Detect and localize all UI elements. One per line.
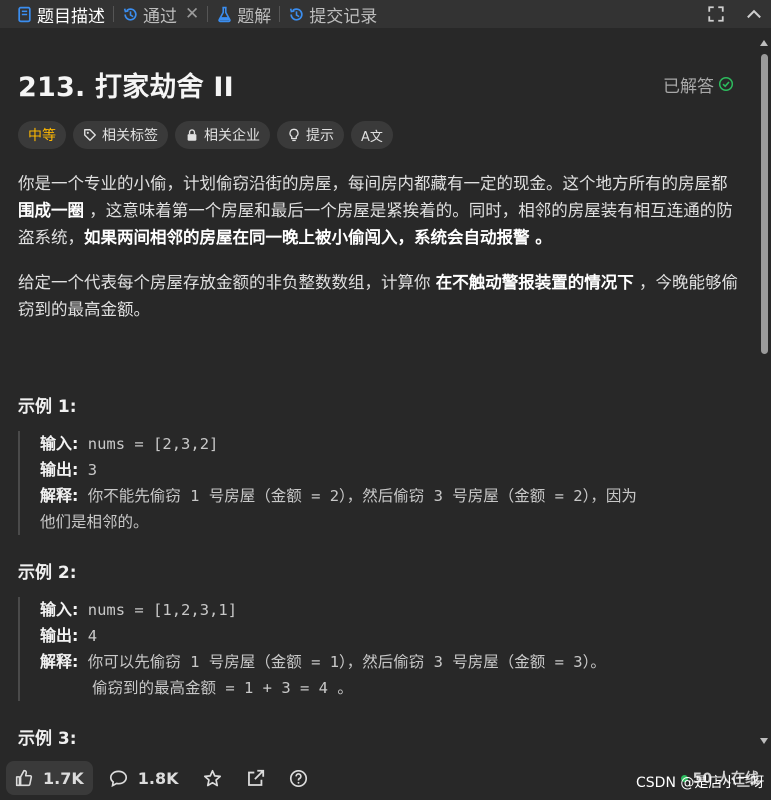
flask-icon [218,6,231,22]
question-circle-icon [289,769,307,787]
example-1-explanation: 解释: 你不能先偷窃 1 号房屋（金额 = 2），然后偷窃 3 号房屋（金额 =… [40,483,738,509]
tab-submissions[interactable]: 提交记录 [282,0,383,28]
tab-bar: 题目描述 通过 ✕ 题解 提交记录 [0,0,771,28]
favorite-button[interactable] [203,769,222,788]
tag-icon [84,129,96,141]
description-text: 给定一个代表每个房屋存放金额的非负整数数组，计算你 [18,273,436,292]
description-emphasis: 围成一圈 [18,201,84,220]
like-count: 1.7K [43,768,84,788]
explanation-label: 解释: [40,652,79,671]
tab-solutions[interactable]: 题解 [210,0,277,28]
example-2-title: 示例 2: [18,563,77,583]
like-button[interactable]: 1.7K [6,761,93,795]
tab-submissions-label: 提交记录 [309,6,378,27]
description-icon [18,6,31,22]
tab-description-label: 题目描述 [37,6,105,27]
check-circle-icon [718,76,734,92]
history-icon [123,7,137,21]
input-value: nums = [1,2,3,1] [78,601,238,619]
description-text: 。 [529,228,552,247]
solved-status: 已解答 [663,72,734,97]
tab-bar-actions [707,0,763,28]
example-2-block: 输入: nums = [1,2,3,1] 输出: 4 解释: 你可以先偷窃 1 … [18,597,738,701]
example-1-title: 示例 1: [18,397,77,417]
scroll-up-arrow-icon[interactable] [760,40,768,46]
translate-icon: A文 [361,129,383,145]
example-1-explanation-cont: 他们是相邻的。 [40,509,738,535]
difficulty-badge[interactable]: 中等 [18,121,66,149]
tab-divider [207,6,209,22]
tab-divider [279,6,281,22]
lightbulb-icon [289,128,299,142]
help-button[interactable] [289,769,308,788]
explanation-text: 他们是相邻的。 [40,513,149,531]
output-label: 输出: [40,626,79,645]
related-tags-label: 相关标签 [102,128,158,144]
bottom-action-bar: 1.7K 1.8K 50 人在线 CSDN @是店小二呀 [0,756,771,800]
related-tags-button[interactable]: 相关标签 [73,121,168,149]
share-icon [247,769,264,786]
scrollbar-thumb[interactable] [761,54,768,354]
share-button[interactable] [246,769,265,788]
example-2-explanation: 解释: 你可以先偷窃 1 号房屋（金额 = 1），然后偷窃 3 号房屋（金额 =… [40,649,738,675]
input-label: 输入: [40,600,79,619]
comment-count: 1.8K [137,768,179,788]
description-paragraph-1: 你是一个专业的小偷，计划偷窃沿街的房屋，每间房内都藏有一定的现金。这个地方所有的… [18,170,738,251]
csdn-watermark: CSDN @是店小二呀 [636,775,765,791]
close-icon[interactable]: ✕ [185,5,199,23]
input-value: nums = [2,3,2] [78,435,219,453]
example-2-output: 输出: 4 [40,623,738,649]
tab-accepted-label: 通过 [143,6,177,27]
thumbs-up-icon [15,769,33,787]
related-companies-label: 相关企业 [204,128,260,144]
example-2-explanation-cont: 偷窃到的最高金额 = 1 + 3 = 4 。 [40,675,738,701]
related-companies-button[interactable]: 相关企业 [175,121,270,149]
description-paragraph-2: 给定一个代表每个房屋存放金额的非负整数数组，计算你 在不触动警报装置的情况下 ，… [18,269,738,323]
example-1-input: 输入: nums = [2,3,2] [40,431,738,457]
output-label: 输出: [40,460,79,479]
example-1-block: 输入: nums = [2,3,2] 输出: 3 解释: 你不能先偷窃 1 号房… [18,431,738,535]
lock-icon [187,129,197,141]
tab-divider [113,6,114,22]
scroll-down-arrow-icon[interactable] [760,738,768,744]
explanation-label: 解释: [40,486,79,505]
hint-label: 提示 [306,128,334,144]
chevron-up-icon[interactable] [745,5,763,23]
tab-solutions-label: 题解 [237,6,272,27]
solved-status-label: 已解答 [663,76,714,97]
problem-title[interactable]: 213. 打家劫舍 II [18,65,234,104]
comments-button[interactable]: 1.8K [109,769,179,788]
description-emphasis: 在不触动警报装置的情况下 [435,273,634,292]
tab-description[interactable]: 题目描述 [10,0,111,28]
input-label: 输入: [40,434,79,453]
explanation-text: 偷窃到的最高金额 = 1 + 3 = 4 。 [92,679,353,697]
fullscreen-icon[interactable] [707,5,725,23]
output-value: 3 [78,461,98,479]
output-value: 4 [78,627,98,645]
tab-accepted[interactable]: 通过 ✕ [116,0,205,28]
tag-row: 中等 相关标签 相关企业 提示 A文 [18,121,393,149]
scrollbar[interactable] [757,36,771,756]
example-3-title: 示例 3: [18,729,77,749]
description-emphasis: 如果两间相邻的房屋在同一晚上被小偷闯入，系统会自动报警 [84,228,530,247]
example-1-output: 输出: 3 [40,457,738,483]
hint-button[interactable]: 提示 [277,121,344,149]
translate-button[interactable]: A文 [351,121,393,149]
explanation-text: 你不能先偷窃 1 号房屋（金额 = 2），然后偷窃 3 号房屋（金额 = 2），… [78,487,637,505]
example-2-input: 输入: nums = [1,2,3,1] [40,597,738,623]
comment-icon [109,770,127,787]
description-text: 你是一个专业的小偷，计划偷窃沿街的房屋，每间房内都藏有一定的现金。这个地方所有的… [18,174,728,193]
problem-description-panel: 213. 打家劫舍 II 已解答 中等 相关标签 相关企业 提示 A文 你是一个… [0,36,757,756]
history-icon [290,7,303,21]
explanation-text: 你可以先偷窃 1 号房屋（金额 = 1），然后偷窃 3 号房屋（金额 = 3）。 [78,653,606,671]
star-icon [203,769,221,786]
title-row: 213. 打家劫舍 II 已解答 [18,65,734,104]
